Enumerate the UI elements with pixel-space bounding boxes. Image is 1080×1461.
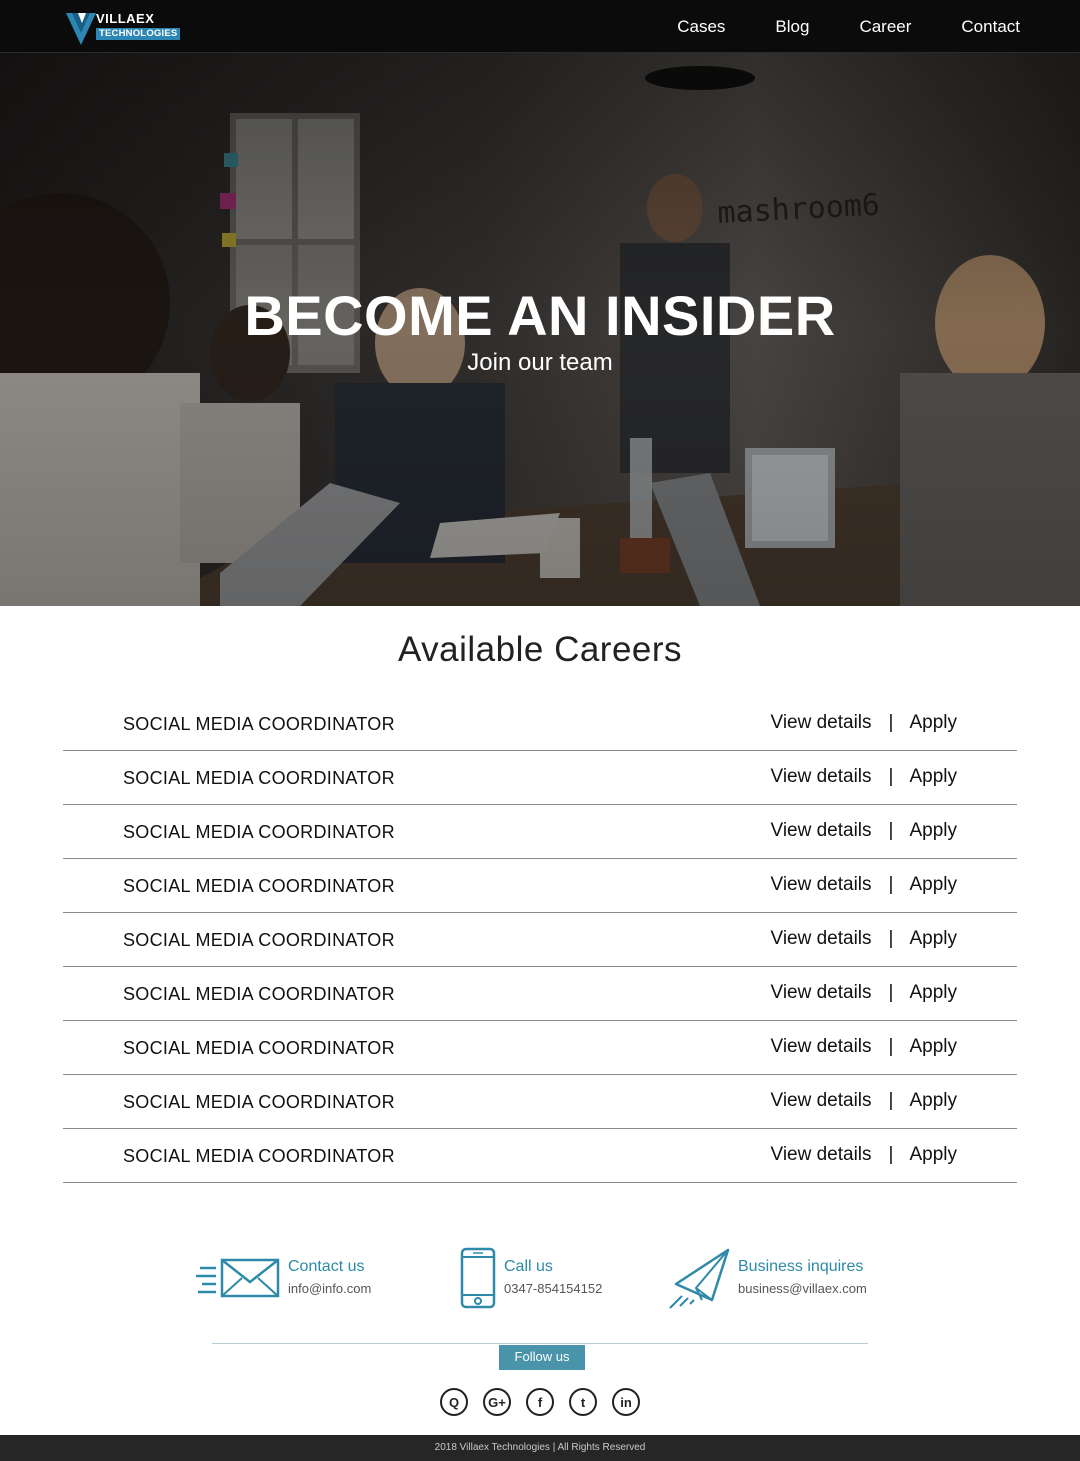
contact-business-block[interactable]: Business inquires business@villaex.com bbox=[668, 1246, 868, 1310]
view-details-link[interactable]: View details bbox=[770, 1090, 871, 1112]
copyright-footer: 2018 Villaex Technologies | All Rights R… bbox=[0, 1435, 1080, 1461]
job-title: SOCIAL MEDIA COORDINATOR bbox=[123, 1038, 395, 1058]
view-details-link[interactable]: View details bbox=[770, 712, 871, 734]
job-actions: View details | Apply bbox=[770, 820, 957, 842]
job-actions: View details | Apply bbox=[770, 874, 957, 896]
careers-heading: Available Careers bbox=[397, 630, 683, 669]
nav-item-career[interactable]: Career bbox=[859, 17, 911, 37]
hero-subtitle: Join our team bbox=[467, 349, 613, 376]
contact-email-block[interactable]: Contact us info@info.com bbox=[196, 1246, 396, 1310]
career-row: SOCIAL MEDIA COORDINATOR View details | … bbox=[63, 1129, 1017, 1183]
career-row: SOCIAL MEDIA COORDINATOR View details | … bbox=[63, 805, 1017, 859]
job-actions: View details | Apply bbox=[770, 712, 957, 734]
social-links: Q G+ f t in bbox=[440, 1388, 655, 1416]
nav-links: Cases Blog Career Contact bbox=[627, 0, 1020, 53]
view-details-link[interactable]: View details bbox=[770, 766, 871, 788]
logo-text-villaex: VILLAEX bbox=[96, 11, 155, 26]
google-plus-icon[interactable]: G+ bbox=[483, 1388, 511, 1416]
footer-divider bbox=[212, 1343, 868, 1344]
apply-link[interactable]: Apply bbox=[909, 928, 957, 950]
career-row: SOCIAL MEDIA COORDINATOR View details | … bbox=[63, 1075, 1017, 1129]
apply-link[interactable]: Apply bbox=[909, 820, 957, 842]
contact-value[interactable]: business@villaex.com bbox=[738, 1281, 867, 1296]
apply-link[interactable]: Apply bbox=[909, 712, 957, 734]
apply-link[interactable]: Apply bbox=[909, 1144, 957, 1166]
action-separator: | bbox=[888, 1144, 894, 1165]
job-title: SOCIAL MEDIA COORDINATOR bbox=[123, 984, 395, 1004]
logo-v-icon bbox=[66, 13, 96, 45]
contact-value[interactable]: 0347-854154152 bbox=[504, 1281, 602, 1296]
career-row: SOCIAL MEDIA COORDINATOR View details | … bbox=[63, 967, 1017, 1021]
action-separator: | bbox=[888, 1090, 894, 1111]
facebook-icon[interactable]: f bbox=[526, 1388, 554, 1416]
job-title: SOCIAL MEDIA COORDINATOR bbox=[123, 1146, 395, 1166]
action-separator: | bbox=[888, 766, 894, 787]
career-row: SOCIAL MEDIA COORDINATOR View details | … bbox=[63, 697, 1017, 751]
view-details-link[interactable]: View details bbox=[770, 1144, 871, 1166]
envelope-icon bbox=[196, 1258, 280, 1298]
view-details-link[interactable]: View details bbox=[770, 928, 871, 950]
job-title: SOCIAL MEDIA COORDINATOR bbox=[123, 714, 395, 734]
phone-icon bbox=[460, 1247, 496, 1309]
paper-plane-icon bbox=[669, 1248, 730, 1309]
nav-item-contact[interactable]: Contact bbox=[961, 17, 1020, 37]
apply-link[interactable]: Apply bbox=[909, 874, 957, 896]
apply-link[interactable]: Apply bbox=[909, 982, 957, 1004]
career-row: SOCIAL MEDIA COORDINATOR View details | … bbox=[63, 913, 1017, 967]
contact-label: Call us bbox=[504, 1258, 553, 1275]
villaex-logo[interactable]: VILLAEX TECHNOLOGIES bbox=[66, 11, 181, 47]
view-details-link[interactable]: View details bbox=[770, 820, 871, 842]
career-row: SOCIAL MEDIA COORDINATOR View details | … bbox=[63, 1021, 1017, 1075]
job-title: SOCIAL MEDIA COORDINATOR bbox=[123, 930, 395, 950]
job-title: SOCIAL MEDIA COORDINATOR bbox=[123, 876, 395, 896]
job-actions: View details | Apply bbox=[770, 1144, 957, 1166]
apply-link[interactable]: Apply bbox=[909, 1090, 957, 1112]
view-details-link[interactable]: View details bbox=[770, 982, 871, 1004]
action-separator: | bbox=[888, 820, 894, 841]
action-separator: | bbox=[888, 928, 894, 949]
contact-value[interactable]: info@info.com bbox=[288, 1281, 371, 1296]
nav-item-blog[interactable]: Blog bbox=[775, 17, 809, 37]
top-navbar: VILLAEX TECHNOLOGIES Cases Blog Career C… bbox=[0, 0, 1080, 53]
follow-us-badge: Follow us bbox=[499, 1345, 585, 1370]
view-details-link[interactable]: View details bbox=[770, 1036, 871, 1058]
view-details-link[interactable]: View details bbox=[770, 874, 871, 896]
job-title: SOCIAL MEDIA COORDINATOR bbox=[123, 768, 395, 788]
apply-link[interactable]: Apply bbox=[909, 1036, 957, 1058]
action-separator: | bbox=[888, 982, 894, 1003]
job-actions: View details | Apply bbox=[770, 1036, 957, 1058]
job-actions: View details | Apply bbox=[770, 766, 957, 788]
action-separator: | bbox=[888, 712, 894, 733]
quora-icon[interactable]: Q bbox=[440, 1388, 468, 1416]
contact-label: Contact us bbox=[288, 1258, 365, 1275]
contact-label: Business inquires bbox=[738, 1258, 864, 1275]
job-actions: View details | Apply bbox=[770, 928, 957, 950]
hero-banner: mashroom6 BECOME AN INSIDER Join our tea… bbox=[0, 53, 1080, 606]
action-separator: | bbox=[888, 874, 894, 895]
job-title: SOCIAL MEDIA COORDINATOR bbox=[123, 822, 395, 842]
job-title: SOCIAL MEDIA COORDINATOR bbox=[123, 1092, 395, 1112]
career-row: SOCIAL MEDIA COORDINATOR View details | … bbox=[63, 751, 1017, 805]
action-separator: | bbox=[888, 1036, 894, 1057]
logo-text-technologies: TECHNOLOGIES bbox=[96, 28, 181, 40]
nav-item-cases[interactable]: Cases bbox=[677, 17, 725, 37]
linkedin-icon[interactable]: in bbox=[612, 1388, 640, 1416]
job-actions: View details | Apply bbox=[770, 1090, 957, 1112]
career-list: SOCIAL MEDIA COORDINATOR View details | … bbox=[63, 697, 1017, 1183]
career-row: SOCIAL MEDIA COORDINATOR View details | … bbox=[63, 859, 1017, 913]
apply-link[interactable]: Apply bbox=[909, 766, 957, 788]
twitter-icon[interactable]: t bbox=[569, 1388, 597, 1416]
hero-title: BECOME AN INSIDER bbox=[244, 284, 836, 347]
job-actions: View details | Apply bbox=[770, 982, 957, 1004]
contact-phone-block[interactable]: Call us 0347-854154152 bbox=[460, 1246, 630, 1310]
